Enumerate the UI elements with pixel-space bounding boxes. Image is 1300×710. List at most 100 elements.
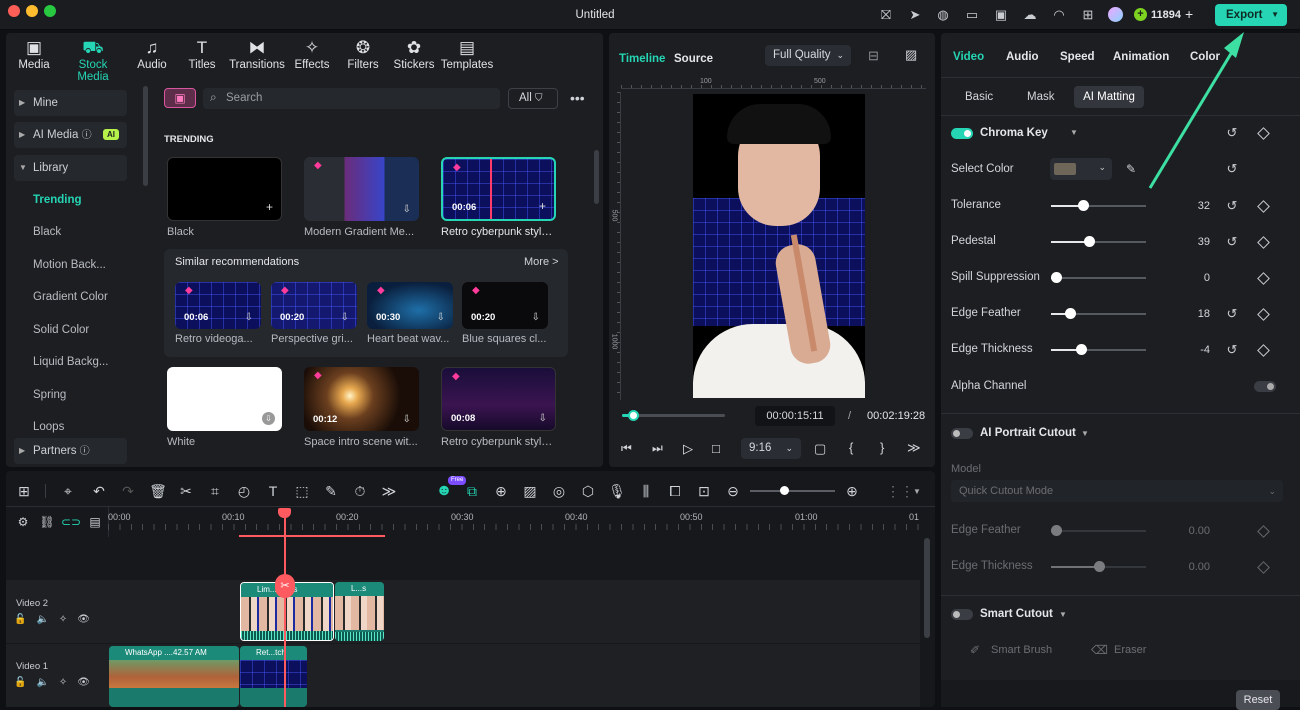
link-icon[interactable]: ⛓ (37, 512, 57, 532)
color-match-icon[interactable]: ✎ (321, 481, 341, 501)
search-input[interactable]: ⌕ Search (203, 88, 500, 109)
filter-dropdown[interactable]: All ⛉ (508, 88, 558, 109)
sidebar-item-liquid-background[interactable]: Liquid Backg... (14, 349, 127, 375)
render-preview-icon[interactable]: ▢ (814, 441, 826, 457)
effects-toggle-icon[interactable]: ✧ (59, 677, 77, 688)
magnet-icon[interactable]: ⊂⊃ (61, 512, 81, 532)
timeline-clip[interactable]: Ret...tch (240, 646, 307, 707)
caret-down-icon[interactable]: ▼ (1070, 128, 1078, 137)
visibility-icon[interactable]: 👁 (77, 614, 100, 625)
volume-icon[interactable]: 🔈 (36, 614, 58, 625)
subtab-ai-matting[interactable]: AI Matting (1074, 86, 1144, 108)
grid-view-icon[interactable]: ⊟ (868, 48, 879, 64)
slider-value[interactable]: 0.00 (1170, 561, 1210, 573)
community-icon[interactable]: ◍ (934, 6, 952, 24)
ai-portrait-toggle[interactable] (951, 428, 973, 439)
smart-brush-button[interactable]: Smart Brush (991, 644, 1052, 656)
zoom-knob[interactable] (780, 486, 789, 495)
add-icon[interactable]: + (266, 200, 273, 214)
captions-icon[interactable]: ▤ (85, 512, 105, 532)
download-icon[interactable]: ⇩ (262, 412, 275, 425)
caret-down-icon[interactable]: ▼ (1059, 610, 1067, 619)
current-time[interactable]: 00:00:15:11 (755, 406, 835, 426)
mask-icon[interactable]: ⬡ (578, 481, 598, 501)
add-track-icon[interactable]: ⊕ (491, 481, 511, 501)
smart-cutout-toggle[interactable] (951, 609, 973, 620)
image-icon[interactable]: ▨ (520, 481, 540, 501)
slider-value[interactable]: 0.00 (1170, 525, 1210, 537)
nav-filters[interactable]: ❂ Filters (337, 37, 389, 77)
similar-card-1[interactable]: ◆ 00:06 ⇩ (175, 282, 261, 329)
media-card-modern-gradient[interactable]: ◆ ⇩ (304, 157, 419, 221)
tab-audio[interactable]: Audio (1006, 51, 1039, 63)
select-tool-icon[interactable]: ⌖ (58, 481, 78, 501)
nav-audio[interactable]: ♫ Audio (126, 37, 178, 77)
chevron-down-icon[interactable]: ▼ (1271, 4, 1279, 26)
caret-down-icon[interactable]: ▼ (1081, 429, 1089, 438)
nav-stickers[interactable]: ✿ Stickers (388, 37, 440, 77)
lock-icon[interactable]: 🔓 (14, 614, 36, 625)
reset-button[interactable]: Reset (1236, 690, 1280, 710)
reset-icon[interactable]: ↺ (1225, 198, 1239, 214)
sidebar-item-black[interactable]: Black (14, 219, 127, 245)
more-link[interactable]: More > (524, 256, 559, 268)
cloud-upload-icon[interactable]: ☁ (1021, 6, 1039, 24)
slider-track[interactable] (1051, 200, 1146, 211)
more-options-icon[interactable]: ••• (570, 90, 585, 106)
media-card-black[interactable]: + (167, 157, 282, 221)
grid-menu-icon[interactable]: ⊞ (1079, 6, 1097, 24)
redo-icon[interactable]: ↷ (118, 481, 138, 501)
slider-knob[interactable] (1084, 236, 1095, 247)
timeline-clip[interactable]: WhatsApp ....42.57 AM (109, 646, 239, 707)
tab-speed[interactable]: Speed (1060, 51, 1095, 63)
playback-progress[interactable] (622, 410, 725, 421)
slider-value[interactable]: 0 (1170, 272, 1210, 284)
tab-source[interactable]: Source (674, 53, 713, 65)
split-icon[interactable]: ✂ (176, 481, 196, 501)
slider-knob[interactable] (1050, 525, 1062, 536)
timeline-clip[interactable]: L...s (335, 582, 384, 641)
duration-icon[interactable]: ⏱ (350, 481, 370, 501)
effects-toggle-icon[interactable]: ✧ (59, 614, 77, 625)
ai-search-button[interactable]: ▣ (164, 88, 196, 108)
download-icon[interactable]: ⇩ (437, 312, 445, 323)
nav-titles[interactable]: T Titles (176, 37, 228, 77)
lock-icon[interactable]: 🔓 (14, 677, 36, 688)
slider-track[interactable] (1051, 236, 1146, 247)
sidebar-ai-media[interactable]: ▶ AI Media ⓘ AI (14, 122, 127, 148)
download-icon[interactable]: ⇩ (403, 204, 411, 215)
download-icon[interactable]: ⇩ (532, 312, 540, 323)
crop-icon[interactable]: ⌗ (205, 481, 225, 501)
playhead[interactable] (284, 515, 286, 707)
gift-icon[interactable]: ⛝ (877, 6, 895, 24)
slider-track[interactable] (1050, 525, 1146, 536)
monitor-icon[interactable]: ▭ (963, 6, 981, 24)
model-dropdown[interactable]: Quick Cutout Mode ⌄ (951, 480, 1283, 502)
send-icon[interactable]: ➤ (906, 6, 924, 24)
download-icon[interactable]: ⇩ (341, 312, 349, 323)
visibility-icon[interactable]: 👁 (77, 677, 100, 688)
text-icon[interactable]: T (263, 481, 283, 501)
download-icon[interactable]: ⇩ (245, 312, 253, 323)
reset-icon[interactable]: ↺ (1225, 306, 1239, 322)
play-icon[interactable]: ▷ (683, 441, 693, 457)
eraser-button[interactable]: Eraser (1114, 644, 1146, 656)
chroma-key-toggle[interactable] (951, 128, 973, 139)
media-card-space-intro[interactable]: ◆ 00:12 ⇩ (304, 367, 419, 431)
aspect-ratio-dropdown[interactable]: 9:16 ⌄ (741, 438, 801, 459)
export-button[interactable]: Export ▼ (1215, 4, 1287, 26)
sidebar-partners[interactable]: ▶ Partners ⓘ (14, 438, 127, 464)
save-icon[interactable]: ▣ (992, 6, 1010, 24)
nav-stock-media[interactable]: ⛟ Stock Media (62, 37, 124, 83)
sidebar-item-gradient-color[interactable]: Gradient Color (14, 284, 127, 310)
help-icon[interactable]: ⓘ (80, 446, 90, 457)
transform-icon[interactable]: ⬚ (292, 481, 312, 501)
similar-card-4[interactable]: ◆ 00:20 ⇩ (462, 282, 548, 329)
sidebar-item-trending[interactable]: Trending (14, 187, 127, 213)
slider-value[interactable]: 32 (1170, 200, 1210, 212)
slider-value[interactable]: 18 (1170, 308, 1210, 320)
settings-icon[interactable]: ⚙ (13, 512, 33, 532)
sidebar-item-spring[interactable]: Spring (14, 382, 127, 408)
reset-icon[interactable]: ↺ (1225, 234, 1239, 250)
sidebar-item-loops[interactable]: Loops (14, 414, 127, 440)
